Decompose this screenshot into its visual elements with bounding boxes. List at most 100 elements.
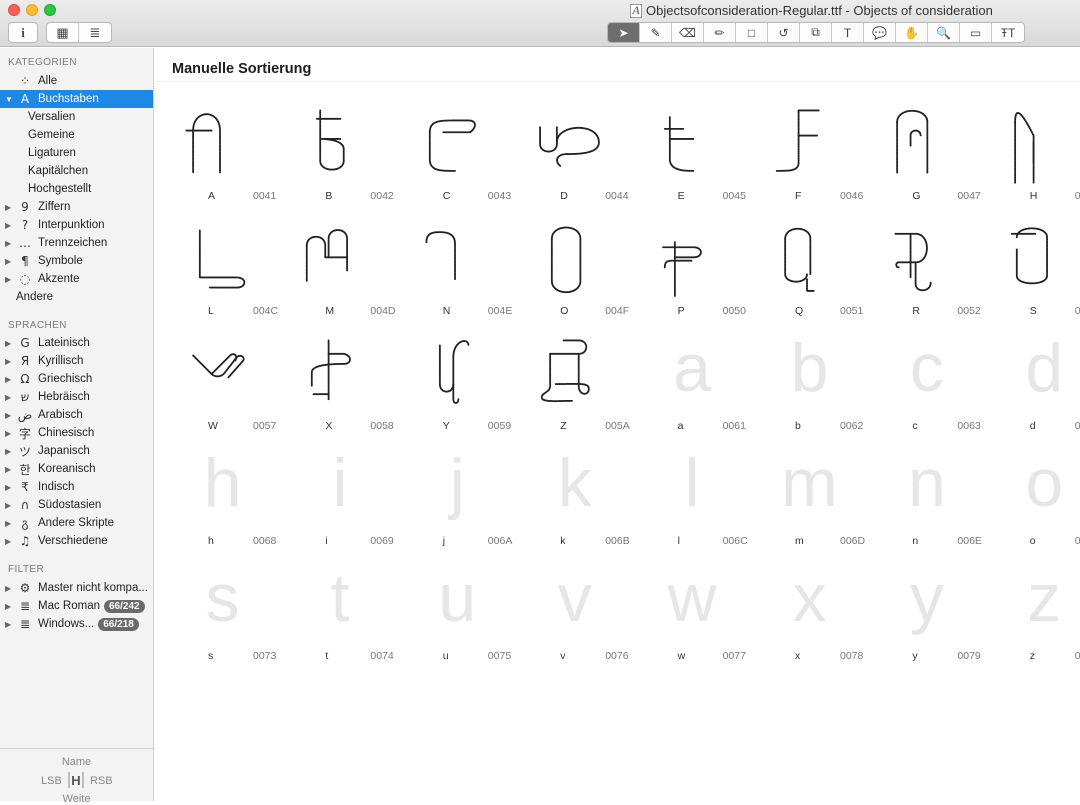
sidebar-item-interpunktion[interactable]: ▶? Interpunktion xyxy=(0,216,153,234)
glyph-cell-z[interactable]: z z 007A xyxy=(980,556,1080,671)
pen-tool-button[interactable]: ✎ xyxy=(640,23,672,42)
sidebar-item-hochgestellt[interactable]: Hochgestellt xyxy=(0,180,153,198)
glyph-cell-i[interactable]: i i 0069 xyxy=(275,441,393,556)
disclosure-triangle-icon[interactable]: ▶ xyxy=(5,465,15,474)
sidebar-item-buchstaben[interactable]: ▼ A Buchstaben xyxy=(0,90,153,108)
sidebar-item-suedostasien[interactable]: ▶ ∩ Südostasien xyxy=(0,496,153,514)
sidebar-item-verschiedene[interactable]: ▶ ♫ Verschiedene xyxy=(0,532,153,550)
sidebar-item-hebraeisch[interactable]: ▶ ש Hebräisch xyxy=(0,388,153,406)
glyph-cell-S[interactable]: S 0053 xyxy=(980,211,1080,326)
glyph-cell-Y[interactable]: Y 0059 xyxy=(393,326,511,441)
glyph-cell-F[interactable]: F 0046 xyxy=(745,96,863,211)
glyph-cell-W[interactable]: W 0057 xyxy=(158,326,276,441)
sidebar-item-alle[interactable]: ⁘ Alle xyxy=(0,72,153,90)
glyph-cell-L[interactable]: L 004C xyxy=(158,211,278,326)
glyph-cell-D[interactable]: D 0044 xyxy=(510,96,629,211)
sidebar-item-kapitaelchen[interactable]: Kapitälchen xyxy=(0,162,153,180)
sidebar-item-trennzeichen[interactable]: ▶ … Trennzeichen xyxy=(0,234,153,252)
sidebar-item-ligaturen[interactable]: Ligaturen xyxy=(0,144,153,162)
glyph-cell-w[interactable]: w w 0077 xyxy=(628,556,746,671)
sidebar-item-gemeine[interactable]: Gemeine xyxy=(0,126,153,144)
disclosure-triangle-icon[interactable]: ▶ xyxy=(5,584,15,593)
sidebar-item-symbole[interactable]: ▶ ¶ Symbole xyxy=(0,252,153,270)
glyph-cell-t[interactable]: t t 0074 xyxy=(275,556,393,671)
sidebar-item-koreanisch[interactable]: ▶ 한 Koreanisch xyxy=(0,460,153,478)
glyph-cell-O[interactable]: O 004F xyxy=(510,211,629,326)
grid-view-button[interactable]: ▦ xyxy=(47,23,79,42)
disclosure-triangle-icon[interactable]: ▶ xyxy=(5,519,15,528)
disclosure-triangle-icon[interactable]: ▶ xyxy=(5,501,15,510)
glyph-cell-o[interactable]: o o 006F xyxy=(980,441,1080,556)
disclosure-triangle-icon[interactable]: ▶ xyxy=(5,483,15,492)
disclosure-triangle-icon[interactable]: ▼ xyxy=(5,95,15,104)
zoom-tool-button[interactable]: 🔍 xyxy=(928,23,960,42)
disclosure-triangle-icon[interactable]: ▶ xyxy=(5,375,15,384)
disclosure-triangle-icon[interactable]: ▶ xyxy=(5,429,15,438)
glyph-cell-h[interactable]: h h 0068 xyxy=(158,441,277,556)
glyph-cell-l[interactable]: l l 006C xyxy=(628,441,748,556)
glyph-cell-B[interactable]: B 0042 xyxy=(275,96,394,211)
glyph-cell-H[interactable]: H 0048 xyxy=(980,96,1080,211)
sidebar-item-andere[interactable]: Andere xyxy=(0,288,153,306)
disclosure-triangle-icon[interactable]: ▶ xyxy=(5,620,15,629)
sidebar-item-master-nicht-kompa[interactable]: ▶ ⚙ Master nicht kompa... xyxy=(0,579,153,597)
glyph-cell-E[interactable]: E 0045 xyxy=(628,96,746,211)
sidebar-item-japanisch[interactable]: ▶ ツ Japanisch xyxy=(0,442,153,460)
glyph-cell-Q[interactable]: Q 0051 xyxy=(745,211,863,326)
glyph-cell-R[interactable]: R 0052 xyxy=(862,211,981,326)
sidebar-item-andere-skripte[interactable]: ▶ გ Andere Skripte xyxy=(0,514,153,532)
glyph-cell-C[interactable]: C 0043 xyxy=(393,96,511,211)
glyph-cell-s[interactable]: s s 0073 xyxy=(158,556,277,671)
glyph-cell-Z[interactable]: Z 005A xyxy=(510,326,630,441)
minimize-window-button[interactable] xyxy=(26,4,38,16)
glyph-cell-N[interactable]: N 004E xyxy=(393,211,512,326)
disclosure-triangle-icon[interactable]: ▶ xyxy=(5,411,15,420)
sidebar-item-versalien[interactable]: Versalien xyxy=(0,108,153,126)
glyph-cell-n[interactable]: n n 006E xyxy=(862,441,982,556)
maximize-window-button[interactable] xyxy=(44,4,56,16)
sidebar-item-lateinisch[interactable]: ▶ G Lateinisch xyxy=(0,334,153,352)
type-tool-button[interactable]: ŦT xyxy=(992,23,1024,42)
disclosure-triangle-icon[interactable]: ▶ xyxy=(5,537,15,546)
disclosure-triangle-icon[interactable]: ▶ xyxy=(5,257,15,266)
glyph-cell-A[interactable]: A 0041 xyxy=(158,96,276,211)
sidebar-item-windows[interactable]: ▶ ≣ Windows... 66/218 xyxy=(0,615,153,633)
glyph-cell-M[interactable]: M 004D xyxy=(275,211,396,326)
rectangle-tool-button[interactable]: □ xyxy=(736,23,768,42)
glyph-cell-G[interactable]: G 0047 xyxy=(862,96,981,211)
glyph-cell-d[interactable]: d d 0064 xyxy=(980,326,1080,441)
disclosure-triangle-icon[interactable]: ▶ xyxy=(5,203,15,212)
text-tool-button[interactable]: T xyxy=(832,23,864,42)
measure-tool-button[interactable]: ▭ xyxy=(960,23,992,42)
glyph-cell-m[interactable]: m m 006D xyxy=(745,441,865,556)
disclosure-triangle-icon[interactable]: ▶ xyxy=(5,239,15,248)
glyph-cell-a[interactable]: a a 0061 xyxy=(628,326,746,441)
sidebar-item-indisch[interactable]: ▶ ₹ Indisch xyxy=(0,478,153,496)
glyph-cell-b[interactable]: b b 0062 xyxy=(745,326,864,441)
sidebar-item-akzente[interactable]: ▶ ◌ Akzente xyxy=(0,270,153,288)
sidebar-item-kyrillisch[interactable]: ▶ Я Kyrillisch xyxy=(0,352,153,370)
sidebar-item-griechisch[interactable]: ▶ Ω Griechisch xyxy=(0,370,153,388)
eraser-tool-button[interactable]: ⌫ xyxy=(672,23,704,42)
glyph-cell-v[interactable]: v v 0076 xyxy=(510,556,629,671)
disclosure-triangle-icon[interactable]: ▶ xyxy=(5,221,15,230)
info-button[interactable]: i xyxy=(8,22,38,43)
glyph-cell-u[interactable]: u u 0075 xyxy=(393,556,511,671)
sidebar-item-arabisch[interactable]: ▶ ض Arabisch xyxy=(0,406,153,424)
disclosure-triangle-icon[interactable]: ▶ xyxy=(5,447,15,456)
scale-tool-button[interactable]: ⧉ xyxy=(800,23,832,42)
annotation-tool-button[interactable]: 💬 xyxy=(864,23,896,42)
disclosure-triangle-icon[interactable]: ▶ xyxy=(5,602,15,611)
glyph-cell-y[interactable]: y y 0079 xyxy=(862,556,981,671)
glyph-cell-X[interactable]: X 0058 xyxy=(275,326,394,441)
close-window-button[interactable] xyxy=(8,4,20,16)
select-tool-button[interactable]: ➤ xyxy=(608,23,640,42)
disclosure-triangle-icon[interactable]: ▶ xyxy=(5,393,15,402)
sidebar-item-ziffern[interactable]: ▶ 9 Ziffern xyxy=(0,198,153,216)
disclosure-triangle-icon[interactable]: ▶ xyxy=(5,357,15,366)
glyph-cell-P[interactable]: P 0050 xyxy=(628,211,746,326)
sidebar-item-chinesisch[interactable]: ▶ 字 Chinesisch xyxy=(0,424,153,442)
disclosure-triangle-icon[interactable]: ▶ xyxy=(5,275,15,284)
glyph-cell-j[interactable]: j j 006A xyxy=(393,441,513,556)
pencil-tool-button[interactable]: ✏ xyxy=(704,23,736,42)
